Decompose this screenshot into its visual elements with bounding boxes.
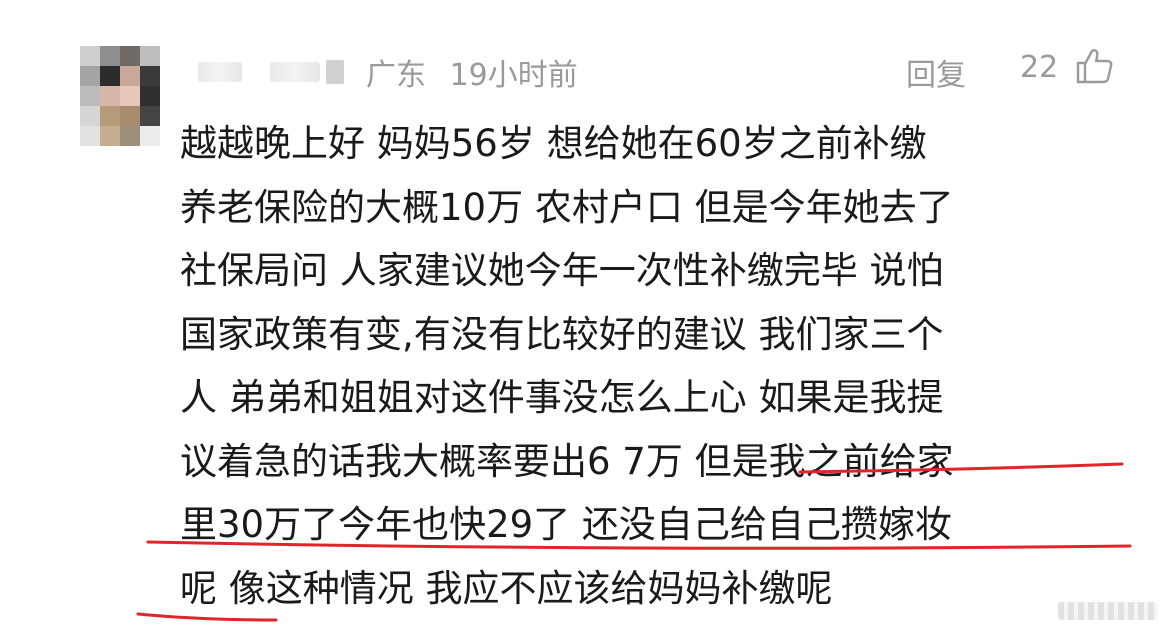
reply-button[interactable]: 回复 bbox=[906, 50, 966, 94]
comment-body: 越越晚上好 妈妈56岁 想给她在60岁之前补缴 养老保险的大概10万 农村户口 … bbox=[180, 112, 1140, 620]
comment-meta: 广东 19小时前 bbox=[366, 50, 592, 94]
location-text: 广东 bbox=[366, 58, 426, 93]
timestamp-text: 19小时前 bbox=[449, 58, 578, 93]
comment-line: 越越晚上好 妈妈56岁 想给她在60岁之前补缴 bbox=[180, 122, 927, 165]
comment-line: 人 弟弟和姐姐对这件事没怎么上心 如果是我提 bbox=[180, 376, 944, 419]
comment-line: 国家政策有变,有没有比较好的建议 我们家三个 bbox=[180, 312, 944, 356]
comment-line: 里30万了今年也快29了 还没自己给自己攒嫁妆 bbox=[180, 503, 952, 546]
username-redacted[interactable] bbox=[270, 62, 320, 82]
like-count: 22 bbox=[1020, 50, 1059, 85]
thumbs-up-icon[interactable] bbox=[1074, 46, 1114, 86]
comment-line: 议着急的话我大概率要出6 7万 但是我之前给家 bbox=[180, 439, 954, 483]
username-badge bbox=[326, 60, 344, 84]
avatar[interactable] bbox=[80, 46, 160, 146]
comment-line: 社保局问 人家建议她今年一次性补缴完毕 说怕 bbox=[180, 249, 944, 292]
watermark bbox=[1058, 602, 1158, 620]
comment-line: 呢 像这种情况 我应不应该给妈妈补缴呢 bbox=[180, 566, 833, 610]
comment-line: 养老保险的大概10万 农村户口 但是今年她去了 bbox=[180, 185, 954, 229]
username-redacted[interactable] bbox=[198, 62, 242, 82]
